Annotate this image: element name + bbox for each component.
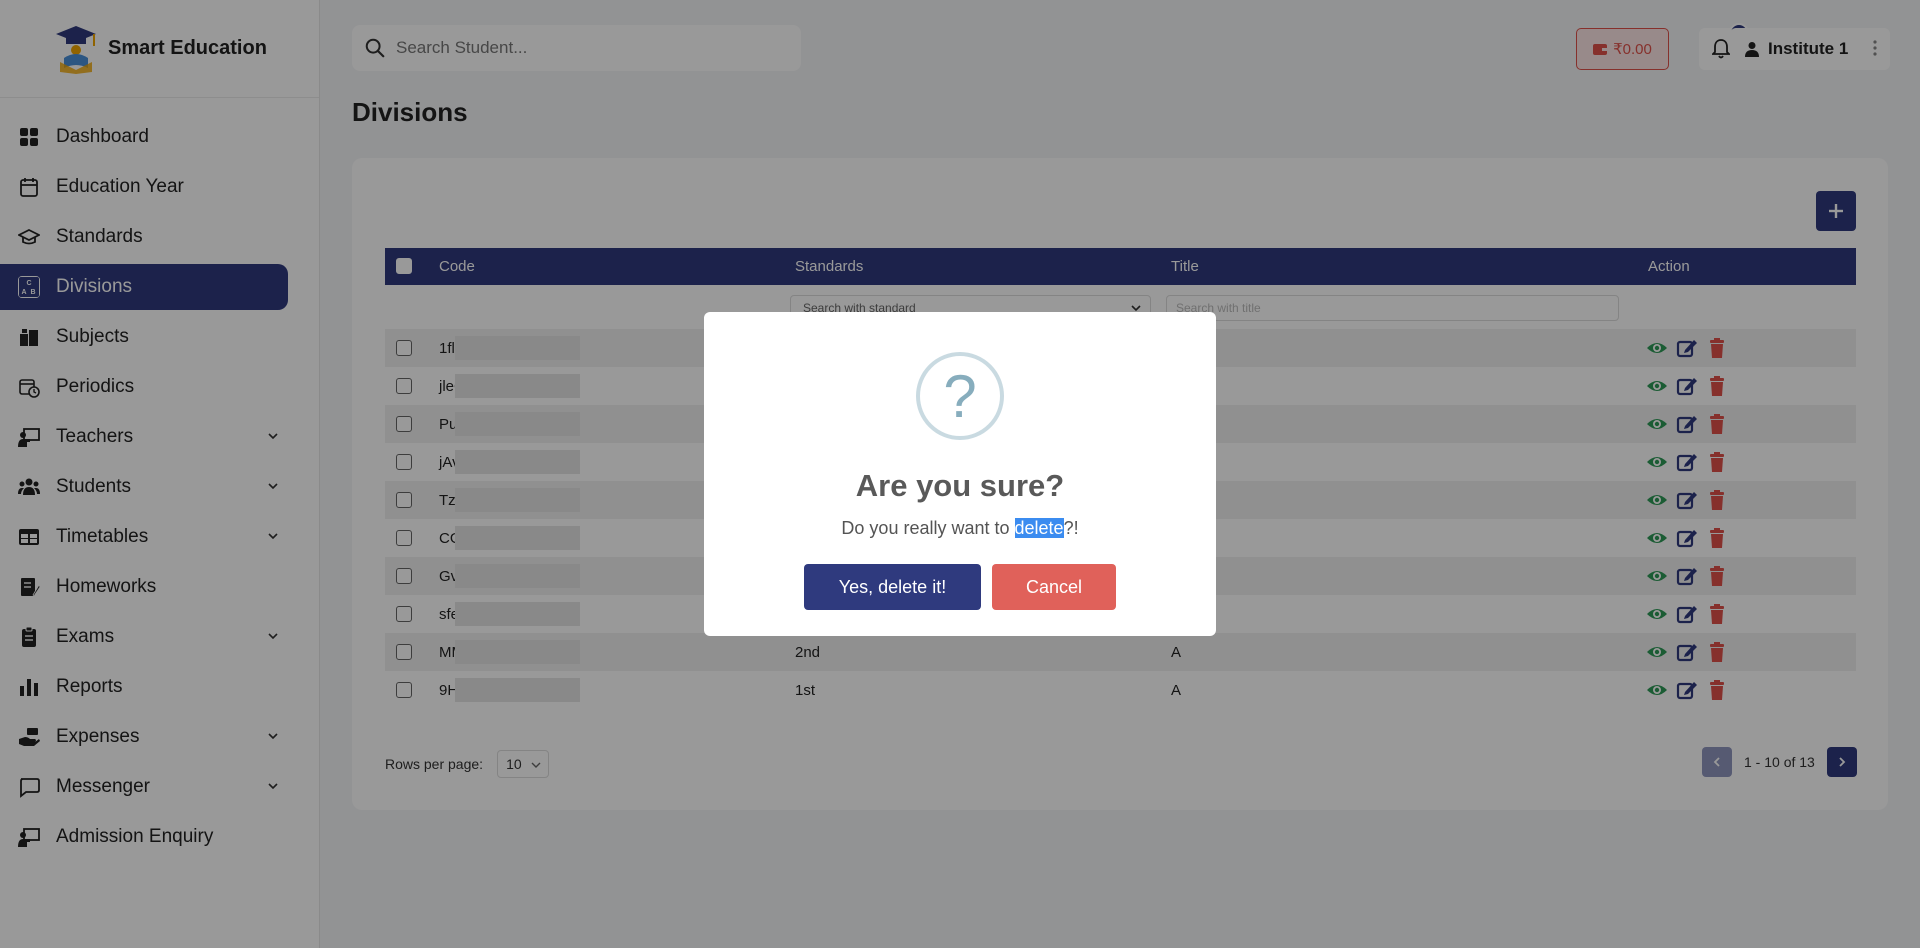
- cancel-button[interactable]: Cancel: [992, 564, 1116, 610]
- confirm-delete-dialog: ? Are you sure? Do you really want to de…: [704, 312, 1216, 636]
- confirm-delete-button[interactable]: Yes, delete it!: [804, 564, 981, 610]
- dialog-message-prefix: Do you really want to: [841, 518, 1015, 538]
- dialog-title: Are you sure?: [855, 468, 1065, 503]
- dialog-message-suffix: ?!: [1063, 518, 1079, 538]
- question-icon: ?: [916, 352, 1004, 440]
- dialog-message-highlight: delete: [1014, 518, 1064, 538]
- dialog-message: Do you really want to delete?!: [704, 518, 1216, 539]
